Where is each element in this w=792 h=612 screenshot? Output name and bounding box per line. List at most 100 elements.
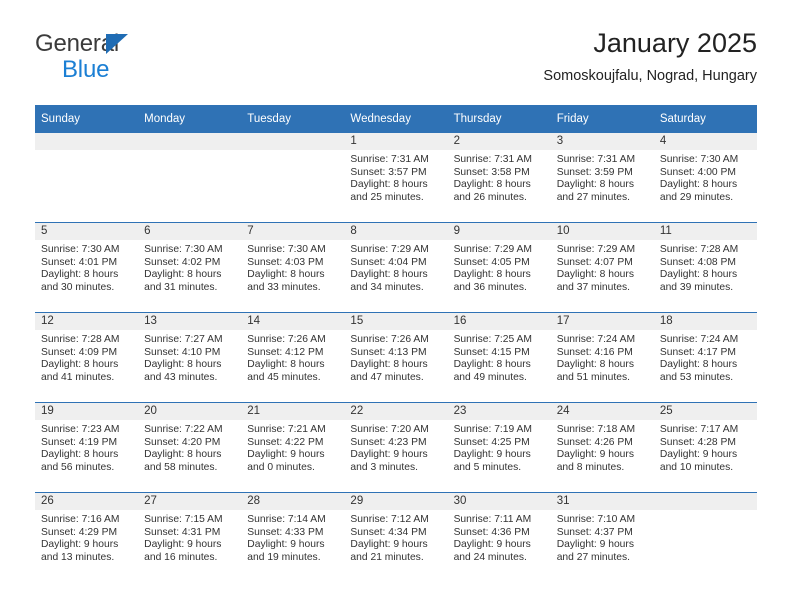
day-details: Sunrise: 7:21 AM Sunset: 4:22 PM Daylight:… [241, 420, 344, 474]
daylight-text-line1: Daylight: 9 hours [659, 449, 738, 461]
day-details: Sunrise: 7:24 AM Sunset: 4:17 PM Daylight:… [654, 330, 757, 384]
calendar-day-cell[interactable]: 1 Sunrise: 7:31 AM Sunset: 3:57 PM Daylight… [344, 133, 448, 223]
calendar-body: 1 Sunrise: 7:31 AM Sunset: 3:57 PM Daylight… [35, 133, 757, 582]
sunrise-text: Sunrise: 7:29 AM [556, 244, 636, 255]
calendar-day-cell[interactable]: 13 Sunrise: 7:27 AM Sunset: 4:10 PM Dayligh… [138, 312, 242, 403]
daylight-text-line1: Daylight: 9 hours [453, 449, 531, 461]
daylight-text-line2: and 24 minutes. [453, 551, 527, 563]
calendar-day-cell[interactable]: 7 Sunrise: 7:30 AM Sunset: 4:03 PM Daylight… [241, 222, 345, 313]
daylight-text-line1: Daylight: 9 hours [41, 539, 119, 551]
daylight-text-line1: Daylight: 9 hours [453, 539, 531, 551]
calendar-day-cell[interactable]: 25 Sunrise: 7:17 AM Sunset: 4:28 PM Dayligh… [653, 402, 757, 493]
sunset-text: Sunset: 4:17 PM [659, 346, 736, 358]
calendar-day-cell[interactable]: 14 Sunrise: 7:26 AM Sunset: 4:12 PM Dayligh… [241, 312, 345, 403]
calendar-day-cell[interactable]: 30 Sunrise: 7:11 AM Sunset: 4:36 PM Dayligh… [447, 492, 551, 582]
day-number: 22 [344, 403, 448, 420]
day-details: Sunrise: 7:30 AM Sunset: 4:03 PM Daylight:… [241, 240, 344, 294]
day-cell-content: 15 Sunrise: 7:26 AM Sunset: 4:13 PM Dayligh… [344, 313, 448, 402]
daylight-text-line1: Daylight: 8 hours [350, 269, 428, 281]
daylight-text-line1: Daylight: 8 hours [144, 269, 222, 281]
day-number: 5 [35, 223, 139, 240]
sunset-text: Sunset: 4:19 PM [41, 436, 118, 448]
calendar-day-cell[interactable]: 8 Sunrise: 7:29 AM Sunset: 4:04 PM Daylight… [344, 222, 448, 313]
calendar-day-cell[interactable]: 28 Sunrise: 7:14 AM Sunset: 4:33 PM Dayligh… [241, 492, 345, 582]
daylight-text-line2: and 33 minutes. [247, 281, 321, 293]
daylight-text-line2: and 58 minutes. [144, 461, 218, 473]
calendar-day-cell[interactable]: 11 Sunrise: 7:28 AM Sunset: 4:08 PM Dayligh… [653, 222, 757, 313]
sunrise-text: Sunrise: 7:31 AM [350, 154, 429, 165]
sunrise-text: Sunrise: 7:28 AM [41, 334, 120, 345]
calendar-day-cell[interactable]: 4 Sunrise: 7:30 AM Sunset: 4:00 PM Daylight… [653, 133, 757, 223]
calendar-day-cell [241, 133, 345, 223]
calendar-day-cell[interactable]: 18 Sunrise: 7:24 AM Sunset: 4:17 PM Dayligh… [653, 312, 757, 403]
calendar-day-cell[interactable]: 12 Sunrise: 7:28 AM Sunset: 4:09 PM Dayligh… [35, 312, 139, 403]
daylight-text-line2: and 45 minutes. [247, 371, 321, 383]
sunrise-text: Sunrise: 7:16 AM [41, 514, 120, 525]
sunrise-text: Sunrise: 7:20 AM [350, 424, 429, 435]
daylight-text-line2: and 16 minutes. [144, 551, 218, 563]
calendar-day-cell[interactable]: 21 Sunrise: 7:21 AM Sunset: 4:22 PM Dayligh… [241, 402, 345, 493]
day-number [35, 133, 139, 150]
calendar-day-cell[interactable]: 17 Sunrise: 7:24 AM Sunset: 4:16 PM Dayligh… [550, 312, 654, 403]
sunset-text: Sunset: 4:12 PM [247, 346, 324, 358]
day-details: Sunrise: 7:18 AM Sunset: 4:26 PM Daylight:… [551, 420, 654, 474]
daylight-text-line2: and 26 minutes. [453, 191, 527, 203]
calendar-day-cell[interactable]: 9 Sunrise: 7:29 AM Sunset: 4:05 PM Daylight… [447, 222, 551, 313]
title-block: January 2025 Somoskoujfalu, Nograd, Hung… [543, 26, 757, 85]
weekday-header-monday: Monday [138, 105, 242, 133]
day-details: Sunrise: 7:22 AM Sunset: 4:20 PM Daylight:… [138, 420, 241, 474]
calendar-day-cell[interactable]: 29 Sunrise: 7:12 AM Sunset: 4:34 PM Dayligh… [344, 492, 448, 582]
calendar-day-cell[interactable]: 27 Sunrise: 7:15 AM Sunset: 4:31 PM Dayligh… [138, 492, 242, 582]
day-number: 2 [447, 133, 551, 150]
day-cell-content: 3 Sunrise: 7:31 AM Sunset: 3:59 PM Daylight… [550, 133, 654, 222]
calendar-day-cell[interactable]: 20 Sunrise: 7:22 AM Sunset: 4:20 PM Dayligh… [138, 402, 242, 493]
day-cell-content: 8 Sunrise: 7:29 AM Sunset: 4:04 PM Daylight… [344, 223, 448, 312]
daylight-text-line2: and 19 minutes. [247, 551, 321, 563]
calendar-day-cell[interactable]: 6 Sunrise: 7:30 AM Sunset: 4:02 PM Daylight… [138, 222, 242, 313]
daylight-text-line1: Daylight: 9 hours [350, 449, 428, 461]
daylight-text-line1: Daylight: 8 hours [453, 179, 531, 191]
calendar-day-cell[interactable]: 10 Sunrise: 7:29 AM Sunset: 4:07 PM Dayligh… [550, 222, 654, 313]
daylight-text-line1: Daylight: 8 hours [556, 359, 634, 371]
calendar-day-cell[interactable]: 31 Sunrise: 7:10 AM Sunset: 4:37 PM Dayligh… [550, 492, 654, 582]
daylight-text-line2: and 27 minutes. [556, 191, 630, 203]
daylight-text-line2: and 51 minutes. [556, 371, 630, 383]
day-details: Sunrise: 7:23 AM Sunset: 4:19 PM Daylight:… [35, 420, 138, 474]
daylight-text-line2: and 31 minutes. [144, 281, 218, 293]
daylight-text-line1: Daylight: 8 hours [41, 359, 119, 371]
day-cell-content: 30 Sunrise: 7:11 AM Sunset: 4:36 PM Dayligh… [447, 493, 551, 582]
calendar-day-cell[interactable]: 15 Sunrise: 7:26 AM Sunset: 4:13 PM Dayligh… [344, 312, 448, 403]
day-details [241, 150, 344, 154]
day-details: Sunrise: 7:19 AM Sunset: 4:25 PM Daylight:… [448, 420, 551, 474]
day-details: Sunrise: 7:12 AM Sunset: 4:34 PM Daylight:… [344, 510, 447, 564]
day-details: Sunrise: 7:15 AM Sunset: 4:31 PM Daylight:… [138, 510, 241, 564]
calendar-day-cell[interactable]: 26 Sunrise: 7:16 AM Sunset: 4:29 PM Dayligh… [35, 492, 139, 582]
daylight-text-line1: Daylight: 9 hours [144, 539, 222, 551]
calendar-day-cell[interactable]: 16 Sunrise: 7:25 AM Sunset: 4:15 PM Dayligh… [447, 312, 551, 403]
calendar-day-cell[interactable]: 24 Sunrise: 7:18 AM Sunset: 4:26 PM Dayligh… [550, 402, 654, 493]
calendar-day-cell[interactable]: 23 Sunrise: 7:19 AM Sunset: 4:25 PM Dayligh… [447, 402, 551, 493]
daylight-text-line2: and 10 minutes. [659, 461, 734, 473]
daylight-text-line1: Daylight: 9 hours [247, 449, 325, 461]
daylight-text-line2: and 5 minutes. [453, 461, 522, 473]
calendar-day-cell[interactable]: 2 Sunrise: 7:31 AM Sunset: 3:58 PM Daylight… [447, 133, 551, 223]
calendar-day-cell[interactable]: 3 Sunrise: 7:31 AM Sunset: 3:59 PM Daylight… [550, 133, 654, 223]
sunset-text: Sunset: 4:31 PM [144, 526, 221, 538]
day-details [138, 150, 241, 154]
calendar-day-cell[interactable]: 19 Sunrise: 7:23 AM Sunset: 4:19 PM Dayligh… [35, 402, 139, 493]
sunset-text: Sunset: 4:36 PM [453, 526, 530, 538]
day-details: Sunrise: 7:10 AM Sunset: 4:37 PM Daylight:… [551, 510, 654, 564]
daylight-text-line2: and 25 minutes. [350, 191, 424, 203]
daylight-text-line1: Daylight: 8 hours [659, 359, 738, 371]
calendar-week-row: 1 Sunrise: 7:31 AM Sunset: 3:57 PM Daylight… [35, 133, 757, 223]
calendar-day-cell[interactable]: 22 Sunrise: 7:20 AM Sunset: 4:23 PM Dayligh… [344, 402, 448, 493]
general-blue-logo[interactable]: General Blue [35, 32, 215, 92]
sunrise-text: Sunrise: 7:24 AM [556, 334, 636, 345]
calendar-day-cell[interactable]: 5 Sunrise: 7:30 AM Sunset: 4:01 PM Daylight… [35, 222, 139, 313]
daylight-text-line1: Daylight: 8 hours [41, 449, 119, 461]
sunset-text: Sunset: 4:01 PM [41, 256, 118, 268]
daylight-text-line1: Daylight: 8 hours [144, 449, 222, 461]
day-details: Sunrise: 7:31 AM Sunset: 3:59 PM Daylight:… [551, 150, 654, 204]
sunrise-text: Sunrise: 7:19 AM [453, 424, 532, 435]
day-cell-content: 22 Sunrise: 7:20 AM Sunset: 4:23 PM Dayligh… [344, 403, 448, 492]
